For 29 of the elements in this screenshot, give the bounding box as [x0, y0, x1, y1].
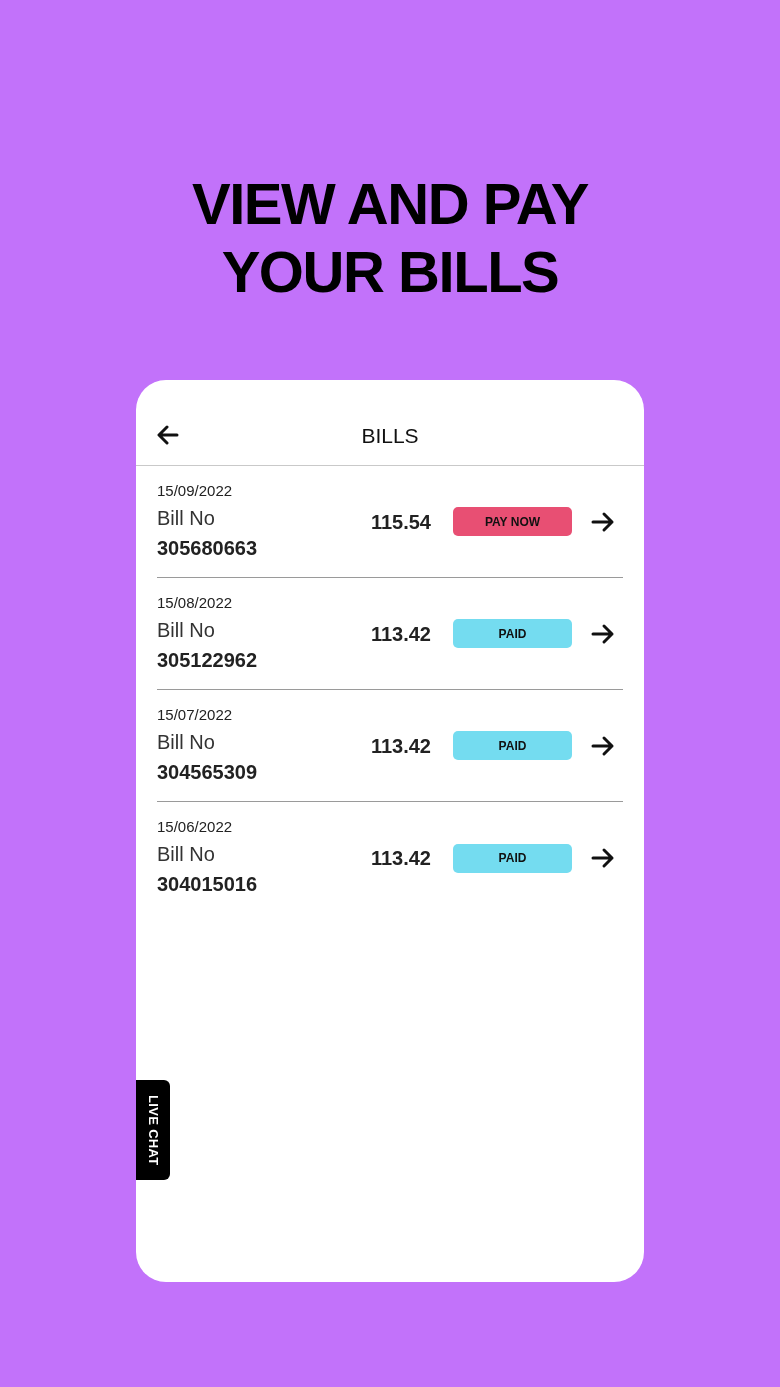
- bill-label: Bill No: [157, 617, 216, 643]
- bill-amount: 115.54: [369, 509, 431, 535]
- status-badge: PAID: [453, 731, 572, 760]
- bill-number: 304015016: [157, 872, 259, 897]
- bill-date: 15/08/2022: [157, 592, 234, 613]
- screen-title: BILLS: [361, 422, 419, 449]
- bill-date: 15/06/2022: [157, 817, 234, 837]
- back-arrow-icon[interactable]: [157, 425, 179, 445]
- headline: VIEW AND PAY: [191, 170, 589, 238]
- arrow-right-icon[interactable]: [591, 734, 615, 757]
- status-badge[interactable]: PAY NOW: [453, 507, 572, 536]
- bill-label: Bill No: [157, 505, 216, 531]
- bill-amount: 113.42: [369, 733, 431, 759]
- bill-date: 15/09/2022: [157, 480, 234, 501]
- bill-number: 305680663: [157, 535, 259, 561]
- live-chat-tab[interactable]: LIVE CHAT: [136, 1080, 170, 1180]
- arrow-right-icon[interactable]: [591, 622, 615, 645]
- status-badge: PAID: [453, 843, 572, 873]
- bill-number: 304565309: [157, 759, 259, 785]
- bill-amount: 113.42: [369, 621, 431, 647]
- headline: YOUR BILLS: [221, 238, 559, 306]
- arrow-right-icon[interactable]: [591, 847, 615, 869]
- bill-label: Bill No: [157, 842, 216, 867]
- status-badge: PAID: [453, 619, 572, 648]
- bill-label: Bill No: [157, 729, 216, 755]
- arrow-right-icon[interactable]: [591, 510, 615, 533]
- bill-number: 305122962: [157, 647, 259, 673]
- bill-date: 15/07/2022: [157, 704, 234, 725]
- bill-amount: 113.42: [369, 846, 431, 871]
